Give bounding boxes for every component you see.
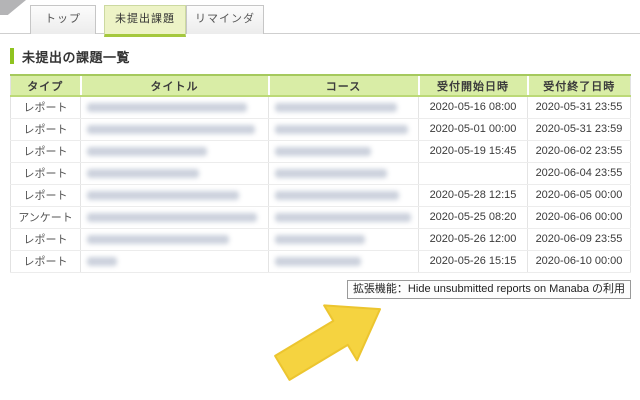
cell-end-date: 2020-06-02 23:55 [527, 140, 631, 163]
redacted-text [87, 124, 255, 134]
table-row: レポート 2020-05-01 00:00 2020-05-31 23:59 [10, 118, 631, 141]
accent-bar [10, 48, 14, 64]
arrow-up-right-icon [268, 294, 396, 382]
cell-end-date: 2020-06-05 00:00 [527, 184, 631, 207]
cell-course-redacted[interactable] [268, 250, 419, 273]
cell-title-redacted[interactable] [80, 228, 269, 251]
cell-start-date: 2020-05-19 15:45 [418, 140, 528, 163]
page-header: 未提出の課題一覧 [10, 47, 130, 65]
col-header-course: コース [267, 74, 419, 97]
cell-title-redacted[interactable] [80, 140, 269, 163]
page: トップ 未提出課題 リマインダ 未提出の課題一覧 タイプ タイトル コース 受付… [0, 0, 640, 400]
table-row: レポート 2020-05-16 08:00 2020-05-31 23:55 [10, 96, 631, 119]
cell-start-date: 2020-05-16 08:00 [418, 96, 528, 119]
col-header-start: 受付開始日時 [417, 74, 528, 97]
col-header-end: 受付終了日時 [526, 74, 631, 97]
table-row: アンケート 2020-05-25 08:20 2020-06-06 00:00 [10, 206, 631, 229]
col-header-title: タイトル [79, 74, 269, 97]
cell-start-date: 2020-05-28 12:15 [418, 184, 528, 207]
redacted-text [87, 212, 257, 222]
cell-type: レポート [10, 162, 81, 185]
cell-type: レポート [10, 140, 81, 163]
redacted-text [275, 190, 399, 200]
table-row: レポート 2020-06-04 23:55 [10, 162, 631, 185]
table-header-row: タイプ タイトル コース 受付開始日時 受付終了日時 [10, 74, 631, 97]
redacted-text [275, 124, 408, 134]
cell-course-redacted[interactable] [268, 206, 419, 229]
cell-course-redacted[interactable] [268, 118, 419, 141]
cell-title-redacted[interactable] [80, 162, 269, 185]
cell-type: レポート [10, 228, 81, 251]
redacted-text [87, 234, 229, 244]
cell-type: レポート [10, 96, 81, 119]
redacted-text [275, 256, 361, 266]
col-header-type: タイプ [10, 74, 81, 97]
cell-start-date: 2020-05-25 08:20 [418, 206, 528, 229]
redacted-text [275, 168, 387, 178]
cell-type: アンケート [10, 206, 81, 229]
cell-course-redacted[interactable] [268, 162, 419, 185]
table-row: レポート 2020-05-26 12:00 2020-06-09 23:55 [10, 228, 631, 251]
cell-course-redacted[interactable] [268, 140, 419, 163]
cell-end-date: 2020-05-31 23:55 [527, 96, 631, 119]
cell-title-redacted[interactable] [80, 96, 269, 119]
redacted-text [275, 212, 411, 222]
cell-start-date [418, 162, 528, 185]
cell-type: レポート [10, 250, 81, 273]
cell-type: レポート [10, 184, 81, 207]
tab-reminder[interactable]: リマインダ [186, 5, 264, 34]
assignments-table: タイプ タイトル コース 受付開始日時 受付終了日時 レポート 2020-05-1… [10, 74, 631, 273]
table-row: レポート 2020-05-26 15:15 2020-06-10 00:00 [10, 250, 631, 273]
tab-bar: トップ 未提出課題 リマインダ [0, 0, 640, 37]
cell-start-date: 2020-05-01 00:00 [418, 118, 528, 141]
redacted-text [87, 168, 199, 178]
cell-end-date: 2020-06-10 00:00 [527, 250, 631, 273]
tab-unsubmitted[interactable]: 未提出課題 [104, 5, 186, 37]
cell-end-date: 2020-06-09 23:55 [527, 228, 631, 251]
cell-title-redacted[interactable] [80, 118, 269, 141]
tab-top[interactable]: トップ [30, 5, 96, 34]
page-title: 未提出の課題一覧 [22, 49, 131, 65]
redacted-text [87, 256, 117, 266]
cell-course-redacted[interactable] [268, 228, 419, 251]
table-row: レポート 2020-05-28 12:15 2020-06-05 00:00 [10, 184, 631, 207]
cell-end-date: 2020-05-31 23:59 [527, 118, 631, 141]
cell-course-redacted[interactable] [268, 184, 419, 207]
cell-title-redacted[interactable] [80, 184, 269, 207]
cell-type: レポート [10, 118, 81, 141]
cell-course-redacted[interactable] [268, 96, 419, 119]
cell-title-redacted[interactable] [80, 250, 269, 273]
cell-end-date: 2020-06-04 23:55 [527, 162, 631, 185]
redacted-text [87, 102, 247, 112]
redacted-text [87, 190, 239, 200]
redacted-text [87, 146, 207, 156]
redacted-text [275, 234, 365, 244]
cell-end-date: 2020-06-06 00:00 [527, 206, 631, 229]
redacted-text [275, 146, 371, 156]
table-row: レポート 2020-05-19 15:45 2020-06-02 23:55 [10, 140, 631, 163]
cell-title-redacted[interactable] [80, 206, 269, 229]
cell-start-date: 2020-05-26 12:00 [418, 228, 528, 251]
cell-start-date: 2020-05-26 15:15 [418, 250, 528, 273]
redacted-text [275, 102, 397, 112]
